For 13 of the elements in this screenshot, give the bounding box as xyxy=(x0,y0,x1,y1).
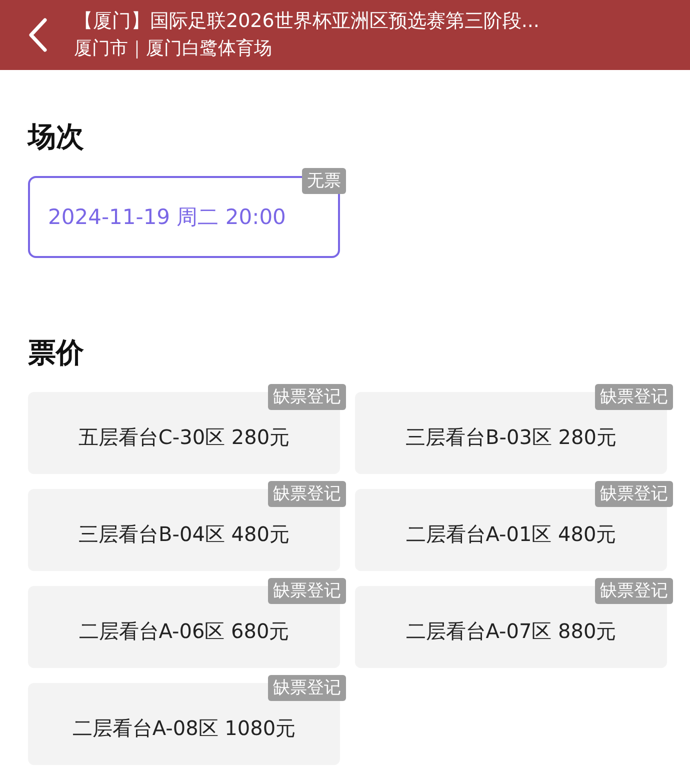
waitlist-badge: 缺票登记 xyxy=(595,578,673,604)
section-heading: 场次 xyxy=(28,119,85,155)
waitlist-badge: 缺票登记 xyxy=(268,675,346,701)
waitlist-badge: 缺票登记 xyxy=(268,578,346,604)
venue-text: 厦门市｜厦门白鹭体育场 xyxy=(74,37,273,61)
waitlist-badge: 缺票登记 xyxy=(268,384,346,410)
back-icon xyxy=(28,18,48,52)
event-title: 【厦门】国际足联2026世界杯亚洲区预选赛第三阶段... xyxy=(74,9,540,33)
status-badge: 无票 xyxy=(302,168,346,194)
waitlist-badge: 缺票登记 xyxy=(268,481,346,507)
waitlist-badge: 缺票登记 xyxy=(595,384,673,410)
section-heading: 票价 xyxy=(28,335,85,371)
waitlist-badge: 缺票登记 xyxy=(595,481,673,507)
